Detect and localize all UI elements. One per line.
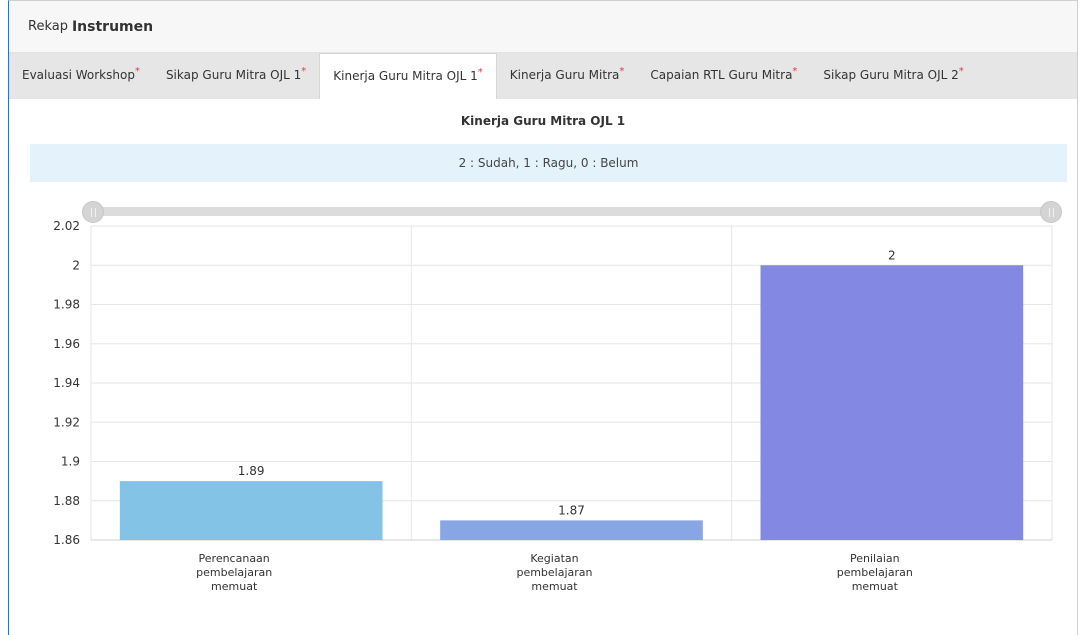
- bar-2: [440, 520, 703, 540]
- bar-3: [760, 265, 1024, 540]
- category-label: memuat: [852, 580, 899, 593]
- y-tick-label: 2.02: [53, 219, 80, 233]
- category-label: pembelajaran: [837, 566, 913, 579]
- category-label: Kegiatan: [530, 552, 578, 565]
- bar-chart: 1.86 1.88 1.9 1.92 1.94 1.96 1.98 2 2.02 1.89 Pere…: [53, 219, 1053, 593]
- category-label: Perencanaan: [199, 552, 270, 565]
- category-label: memuat: [531, 580, 578, 593]
- data-label: 1.89: [238, 464, 265, 478]
- y-tick-label: 1.98: [53, 298, 80, 312]
- y-tick-label: 1.94: [53, 376, 80, 390]
- data-label: 1.87: [558, 503, 585, 517]
- data-label: 2: [888, 248, 896, 262]
- y-tick-label: 1.92: [53, 415, 80, 429]
- category-label: Penilaian: [850, 552, 900, 565]
- y-tick-label: 1.9: [61, 455, 80, 469]
- category-label: memuat: [211, 580, 258, 593]
- y-tick-label: 1.86: [53, 533, 80, 547]
- category-label: pembelajaran: [196, 566, 272, 579]
- y-tick-label: 1.88: [53, 494, 80, 508]
- y-tick-label: 2: [72, 258, 80, 272]
- y-tick-label: 1.96: [53, 337, 80, 351]
- category-label: pembelajaran: [516, 566, 592, 579]
- bar-1: [119, 481, 383, 540]
